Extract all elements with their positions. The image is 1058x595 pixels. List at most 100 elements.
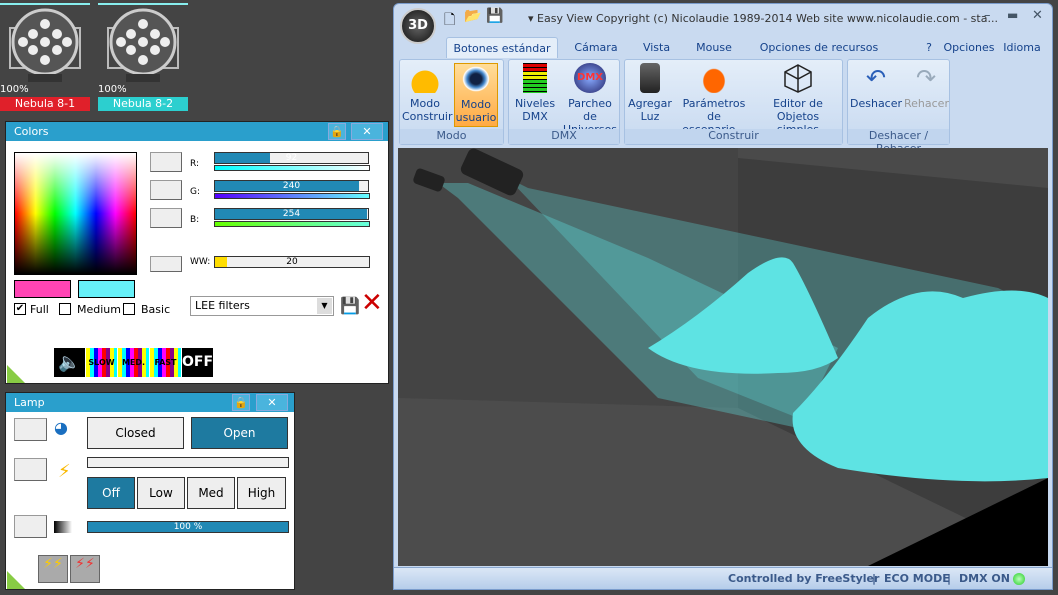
shutter-open-button[interactable]: Open xyxy=(191,417,288,449)
g-label: G: xyxy=(190,187,201,197)
easy-view-window: 3D 🗋 📂 💾 ▾ Easy View Copyright (c) Nicol… xyxy=(393,3,1053,590)
dimmer-gradient-icon xyxy=(54,521,72,533)
modo-usuario-button[interactable]: Modo usuario xyxy=(454,63,498,127)
lamp-title-bar[interactable]: Lamp 🔒 ✕ xyxy=(6,393,294,412)
parcheo-universos-button[interactable]: DMXParcheo de Universos xyxy=(561,63,619,136)
group-label: Deshacer / Rehacer xyxy=(848,129,949,155)
full-checkbox[interactable]: ✔ xyxy=(14,303,26,315)
dmx-status-led-icon xyxy=(1013,573,1025,585)
idioma-menu[interactable]: Idioma xyxy=(1000,37,1044,58)
ww-preset-button[interactable] xyxy=(150,256,182,272)
medium-label: Medium xyxy=(77,303,121,316)
rehacer-button[interactable]: ↷ Rehacer xyxy=(904,63,949,110)
power-preset-button[interactable] xyxy=(14,458,47,481)
lock-icon[interactable]: 🔒 xyxy=(328,123,346,140)
speed-fast-button[interactable]: FAST xyxy=(150,348,181,377)
dimmer-preset-button[interactable] xyxy=(14,515,47,538)
eye-icon xyxy=(460,64,492,94)
dimmer-slider[interactable]: 100 % xyxy=(87,521,289,533)
medium-checkbox[interactable] xyxy=(59,303,71,315)
expand-corner-icon[interactable] xyxy=(7,571,25,589)
par-fixture-icon xyxy=(9,8,81,82)
window-title: ▾ Easy View Copyright (c) Nicolaudie 198… xyxy=(528,12,998,25)
b-gradient xyxy=(214,221,370,227)
save-icon[interactable]: 💾 xyxy=(486,8,503,24)
b-preset-button[interactable] xyxy=(150,208,182,228)
dmx-levels-icon xyxy=(523,63,547,93)
group-deshacer: ↶Deshacer ↷Rehacer Deshacer / Rehacer xyxy=(847,59,950,155)
r-label: R: xyxy=(190,159,200,169)
open-folder-icon[interactable]: 📂 xyxy=(464,8,481,24)
power-high-button[interactable]: High xyxy=(237,477,286,509)
close-button[interactable]: ✕ xyxy=(256,394,288,411)
basic-checkbox[interactable] xyxy=(123,303,135,315)
editor-objetos-button[interactable]: Editor de Objetos simples xyxy=(755,63,841,136)
g-preset-button[interactable] xyxy=(150,180,182,200)
status-separator: | xyxy=(872,572,877,585)
fixture-nebula-8-1[interactable]: 100% Nebula 8-1 xyxy=(0,3,90,111)
group-dmx: Niveles DMX DMXParcheo de Universos DMX xyxy=(508,59,620,145)
color-picker-square[interactable] xyxy=(14,152,137,275)
b-slider[interactable]: 254 xyxy=(214,208,369,220)
tab-mouse[interactable]: Mouse xyxy=(689,37,739,58)
niveles-dmx-button[interactable]: Niveles DMX xyxy=(513,63,557,123)
expand-corner-icon[interactable] xyxy=(7,365,25,383)
sound-icon[interactable]: 🔈 xyxy=(54,348,85,377)
tab-camara[interactable]: Cámara xyxy=(566,37,626,58)
power-med-button[interactable]: Med xyxy=(187,477,235,509)
moving-head-icon xyxy=(640,63,660,93)
minimize-button[interactable]: – xyxy=(984,8,991,23)
parametros-escenario-button[interactable]: Parámetros de escenario... xyxy=(675,63,753,136)
maximize-button[interactable]: ▬ xyxy=(1007,8,1018,22)
slider-fill xyxy=(215,153,271,163)
r-preset-button[interactable] xyxy=(150,152,182,172)
help-menu[interactable]: ? xyxy=(920,37,938,58)
power-off-button[interactable]: Off xyxy=(87,477,135,509)
save-icon[interactable]: 💾 xyxy=(340,296,360,315)
deshacer-button[interactable]: ↶ Deshacer xyxy=(850,63,902,110)
strobe-icon[interactable]: ⚡⚡ xyxy=(38,555,68,583)
tab-botones-estandar[interactable]: Botones estándar xyxy=(446,37,558,58)
speed-slow-button[interactable]: SLOW xyxy=(86,348,117,377)
slider-fill xyxy=(215,257,228,267)
app-logo-button[interactable]: 3D xyxy=(400,8,436,44)
filter-select[interactable]: LEE filters ▼ xyxy=(190,296,334,316)
chevron-down-icon[interactable]: ▼ xyxy=(317,298,332,314)
close-button[interactable]: ✕ xyxy=(351,123,383,140)
group-label: Modo xyxy=(400,129,503,144)
colors-panel: Colors 🔒 ✕ ✔ Full Medium Basic R: G: B: W… xyxy=(5,121,389,384)
color-swatch-current[interactable] xyxy=(78,280,135,298)
r-slider[interactable]: 92 xyxy=(214,152,369,164)
b-label: B: xyxy=(190,215,200,225)
basic-label: Basic xyxy=(141,303,171,316)
status-bar: Controlled by FreeStyler | ECO MODE | DM… xyxy=(394,567,1052,589)
shutter-closed-button[interactable]: Closed xyxy=(87,417,184,449)
fixture-nebula-8-2[interactable]: 100% Nebula 8-2 xyxy=(98,3,188,111)
close-window-button[interactable]: ✕ xyxy=(1032,8,1043,23)
power-low-button[interactable]: Low xyxy=(137,477,185,509)
group-label: DMX xyxy=(509,129,619,144)
agregar-luz-button[interactable]: Agregar Luz xyxy=(627,63,673,123)
full-label: Full xyxy=(30,303,49,316)
status-dmx-on: DMX ON xyxy=(959,572,1010,585)
modo-construir-button[interactable]: Modo Construir xyxy=(402,63,453,123)
speed-med-button[interactable]: MED. xyxy=(118,348,149,377)
3d-viewport[interactable] xyxy=(398,148,1048,566)
g-slider[interactable]: 240 xyxy=(214,180,369,192)
ww-slider[interactable]: 20 xyxy=(214,256,370,268)
speed-off-button[interactable]: OFF xyxy=(182,348,213,377)
delete-icon[interactable]: ✕ xyxy=(361,290,383,316)
tab-vista[interactable]: Vista xyxy=(634,37,679,58)
opciones-menu[interactable]: Opciones xyxy=(940,37,998,58)
new-file-icon[interactable]: 🗋 xyxy=(444,9,455,33)
fixture-level: 100% xyxy=(0,84,29,95)
shutter-preset-button[interactable] xyxy=(14,418,47,441)
colors-title-bar[interactable]: Colors 🔒 ✕ xyxy=(6,122,388,141)
color-swatch-previous[interactable] xyxy=(14,280,71,298)
tab-opciones-recursos[interactable]: Opciones de recursos xyxy=(754,37,884,58)
shutter-icon: ◕ xyxy=(54,418,68,437)
selection-bar xyxy=(98,3,188,5)
lock-icon[interactable]: 🔒 xyxy=(232,394,250,411)
strobe-off-icon[interactable]: ⚡⚡ xyxy=(70,555,100,583)
selection-bar xyxy=(0,3,90,5)
